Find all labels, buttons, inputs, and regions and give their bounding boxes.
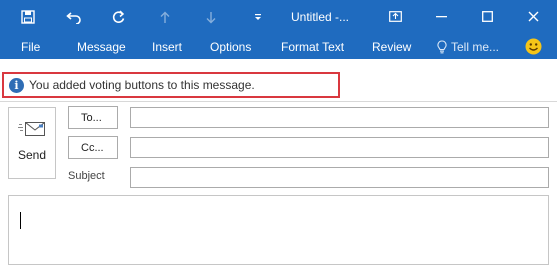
voting-infobar: i You added voting buttons to this messa… [2, 72, 340, 98]
tab-insert[interactable]: Insert [152, 38, 182, 56]
down-arrow-icon[interactable] [201, 7, 221, 27]
tell-me-search[interactable]: Tell me... [437, 38, 499, 56]
subject-label: Subject [68, 170, 105, 182]
up-arrow-icon[interactable] [155, 7, 175, 27]
tab-file[interactable]: File [21, 38, 40, 56]
to-field[interactable] [130, 107, 549, 128]
tab-options[interactable]: Options [210, 38, 251, 56]
maximize-icon[interactable] [476, 6, 498, 26]
message-body[interactable] [8, 195, 549, 265]
ribbon-tabs-bar: File Message Insert Options Format Text … [0, 34, 557, 59]
send-envelope-icon [18, 122, 45, 136]
save-icon[interactable] [18, 7, 38, 27]
subject-field[interactable] [130, 167, 549, 188]
to-button[interactable]: To... [68, 106, 118, 129]
tell-me-label: Tell me... [451, 40, 500, 54]
send-button[interactable]: Send [8, 107, 56, 179]
infobar-message: You added voting buttons to this message… [29, 78, 255, 92]
tab-review[interactable]: Review [372, 38, 411, 56]
lightbulb-icon [437, 40, 447, 54]
text-caret [20, 212, 21, 229]
divider [0, 101, 557, 102]
close-icon[interactable] [522, 6, 544, 26]
window-title: Untitled -... [291, 10, 350, 24]
minimize-icon[interactable] [430, 6, 452, 26]
send-label: Send [17, 148, 47, 162]
info-icon: i [9, 77, 24, 93]
tab-format-text[interactable]: Format Text [281, 38, 344, 56]
customize-dropdown-icon[interactable] [248, 7, 268, 27]
cc-button[interactable]: Cc... [68, 136, 118, 159]
tab-message[interactable]: Message [77, 38, 126, 56]
ribbon-display-icon[interactable] [384, 6, 406, 26]
cc-field[interactable] [130, 137, 549, 158]
smiley-icon[interactable] [525, 38, 542, 55]
redo-icon[interactable] [108, 7, 128, 27]
undo-icon[interactable] [64, 7, 84, 27]
title-bar: Untitled -... [0, 0, 557, 34]
